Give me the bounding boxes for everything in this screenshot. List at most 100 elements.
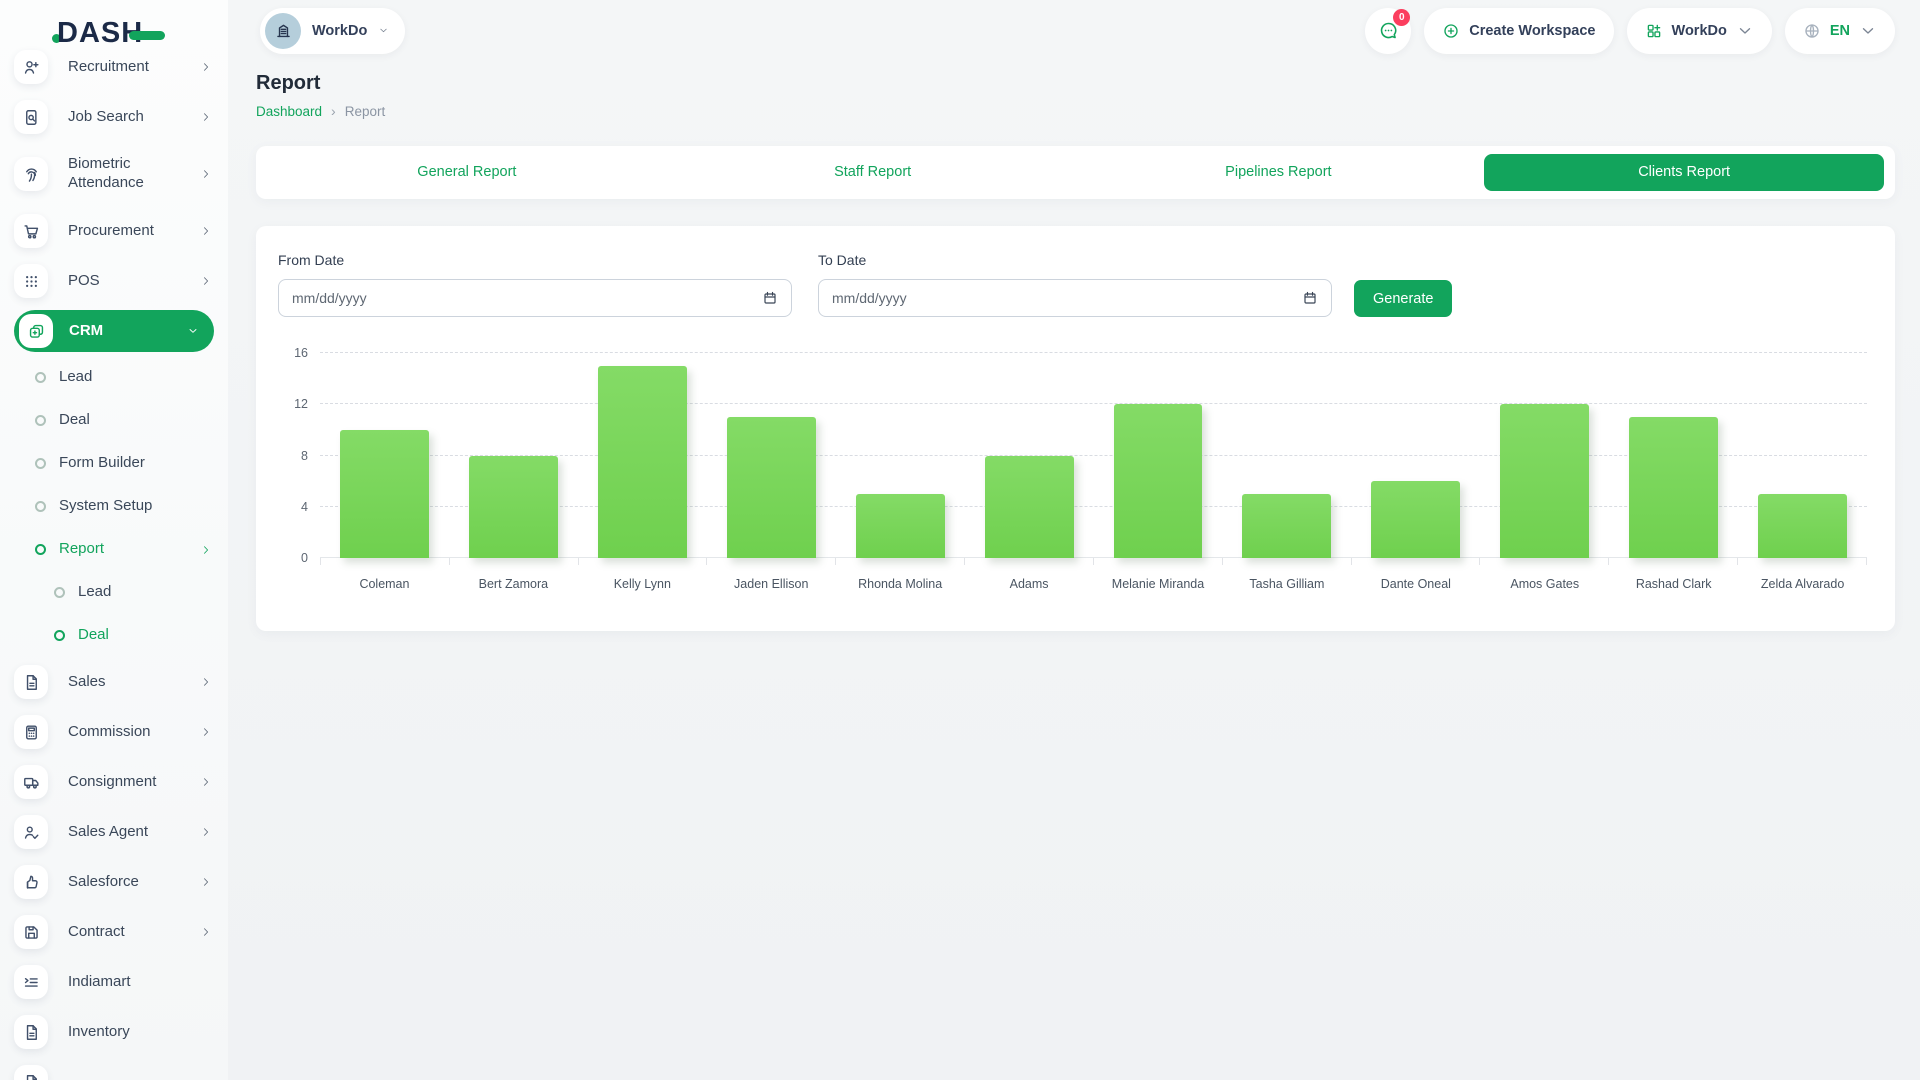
- sidebar-item-pos[interactable]: POS: [0, 256, 228, 306]
- workdo-menu-button[interactable]: WorkDo: [1627, 8, 1772, 54]
- chevron-right-icon: [200, 61, 212, 73]
- circle-bullet-icon: [35, 544, 46, 555]
- calendar-icon[interactable]: [762, 290, 778, 306]
- sidebar-item-recruitment[interactable]: Recruitment: [0, 42, 228, 92]
- x-axis-label: Melanie Miranda: [1094, 577, 1223, 591]
- user-check-icon: [14, 815, 48, 849]
- sidebar-item-label: Commission: [68, 723, 200, 742]
- sidebar-item-label: Recruitment: [68, 58, 200, 77]
- bar-slot: [836, 353, 965, 558]
- sidebar-item-label: Contract: [68, 923, 200, 942]
- sidebar-item-label: Job Search: [68, 108, 200, 127]
- bar-bert-zamora: [469, 456, 558, 559]
- bar-melanie-miranda: [1114, 404, 1203, 558]
- x-axis-label: Rashad Clark: [1609, 577, 1738, 591]
- chevron-right-icon: [200, 926, 212, 938]
- sidebar-item-lead[interactable]: Lead: [0, 356, 228, 399]
- bar-slot: [1609, 353, 1738, 558]
- sidebar-item-deal[interactable]: Deal: [0, 614, 228, 657]
- chevron-right-icon: [200, 826, 212, 838]
- circle-bullet-icon: [54, 587, 65, 598]
- circle-bullet-icon: [35, 372, 46, 383]
- sidebar-item-label: Salesforce: [68, 873, 200, 892]
- sidebar-item-inventory[interactable]: Inventory: [0, 1007, 228, 1057]
- sidebar-item-biometric-attendance[interactable]: Biometric Attendance: [0, 142, 228, 206]
- y-axis-label: 4: [278, 500, 308, 514]
- grid-squares-icon: [1645, 22, 1663, 40]
- x-axis-label: Kelly Lynn: [578, 577, 707, 591]
- sidebar: DASH RecruitmentJob SearchBiometric Atte…: [0, 0, 228, 1080]
- x-axis-tick: [836, 558, 965, 565]
- sidebar-item-system-setup[interactable]: System Setup: [0, 485, 228, 528]
- file-icon: [14, 1015, 48, 1049]
- sidebar-item-label: Consignment: [68, 773, 200, 792]
- sidebar-item-job-search[interactable]: Job Search: [0, 92, 228, 142]
- bar-slot: [1222, 353, 1351, 558]
- x-axis-label: Amos Gates: [1480, 577, 1609, 591]
- x-axis-tick: [707, 558, 836, 565]
- list-icon: [14, 965, 48, 999]
- x-axis-label: Tasha Gilliam: [1222, 577, 1351, 591]
- tab-clients-report[interactable]: Clients Report: [1484, 154, 1884, 191]
- to-date-field: To Date mm/dd/yyyy: [818, 252, 1332, 317]
- main-content: Report Dashboard › Report General Report…: [256, 72, 1895, 631]
- breadcrumb-separator-icon: ›: [331, 103, 336, 119]
- sidebar-item-crm[interactable]: CRM: [14, 310, 214, 352]
- sidebar-item-sales[interactable]: Sales: [0, 657, 228, 707]
- x-axis-label: Coleman: [320, 577, 449, 591]
- building-icon: [274, 21, 293, 40]
- sidebar-item-form-builder[interactable]: Form Builder: [0, 442, 228, 485]
- bar-slot: [1738, 353, 1867, 558]
- calendar-icon[interactable]: [1302, 290, 1318, 306]
- sidebar-item-consignment[interactable]: Consignment: [0, 757, 228, 807]
- tab-pipelines-report[interactable]: Pipelines Report: [1079, 154, 1479, 191]
- breadcrumb-dashboard-link[interactable]: Dashboard: [256, 104, 322, 119]
- fingerprint-icon: [14, 157, 48, 191]
- from-date-label: From Date: [278, 252, 792, 268]
- x-axis-tick: [1223, 558, 1352, 565]
- save-icon: [14, 915, 48, 949]
- chevron-right-icon: [200, 876, 212, 888]
- x-axis-tick: [965, 558, 1094, 565]
- logo-dash-accent: [129, 31, 165, 40]
- bar-slot: [320, 353, 449, 558]
- sidebar-item-sales-agent[interactable]: Sales Agent: [0, 807, 228, 857]
- create-workspace-button[interactable]: Create Workspace: [1424, 8, 1613, 54]
- messages-badge: 0: [1393, 9, 1410, 26]
- sidebar-item-lead[interactable]: Lead: [0, 571, 228, 614]
- messages-button[interactable]: 0: [1365, 8, 1411, 54]
- to-date-input[interactable]: mm/dd/yyyy: [818, 279, 1332, 317]
- sidebar-item-deal[interactable]: Deal: [0, 399, 228, 442]
- sidebar-item-contract[interactable]: Contract: [0, 907, 228, 957]
- sidebar-item-procurement[interactable]: Procurement: [0, 206, 228, 256]
- bar-slot: [578, 353, 707, 558]
- x-axis-tick: [1609, 558, 1738, 565]
- x-axis-tick: [1352, 558, 1481, 565]
- sidebar-item-commission[interactable]: Commission: [0, 707, 228, 757]
- sidebar-item-label: System Setup: [59, 497, 212, 516]
- x-axis-tick: [1480, 558, 1609, 565]
- sidebar-item-label: Lead: [78, 583, 212, 602]
- bar-kelly-lynn: [598, 366, 687, 558]
- x-axis-tick: [1094, 558, 1223, 565]
- thumbs-up-icon: [14, 865, 48, 899]
- bar-rhonda-molina: [856, 494, 945, 558]
- chevron-down-icon: [378, 25, 389, 36]
- circle-bullet-icon: [35, 458, 46, 469]
- sidebar-item-report[interactable]: Report: [0, 528, 228, 571]
- sidebar-item-label: Lead: [59, 368, 212, 387]
- workspace-switcher[interactable]: WorkDo: [260, 8, 405, 54]
- sidebar-item-partial[interactable]: [0, 1057, 228, 1080]
- sidebar-item-label: POS: [68, 272, 200, 291]
- sidebar-item-indiamart[interactable]: Indiamart: [0, 957, 228, 1007]
- tab-staff-report[interactable]: Staff Report: [673, 154, 1073, 191]
- generate-button[interactable]: Generate: [1354, 280, 1452, 317]
- chevron-right-icon: [200, 111, 212, 123]
- bars-row: [320, 353, 1867, 558]
- x-axis-label: Jaden Ellison: [707, 577, 836, 591]
- truck-icon: [14, 765, 48, 799]
- sidebar-item-salesforce[interactable]: Salesforce: [0, 857, 228, 907]
- from-date-input[interactable]: mm/dd/yyyy: [278, 279, 792, 317]
- tab-general-report[interactable]: General Report: [267, 154, 667, 191]
- language-selector[interactable]: EN: [1785, 8, 1895, 54]
